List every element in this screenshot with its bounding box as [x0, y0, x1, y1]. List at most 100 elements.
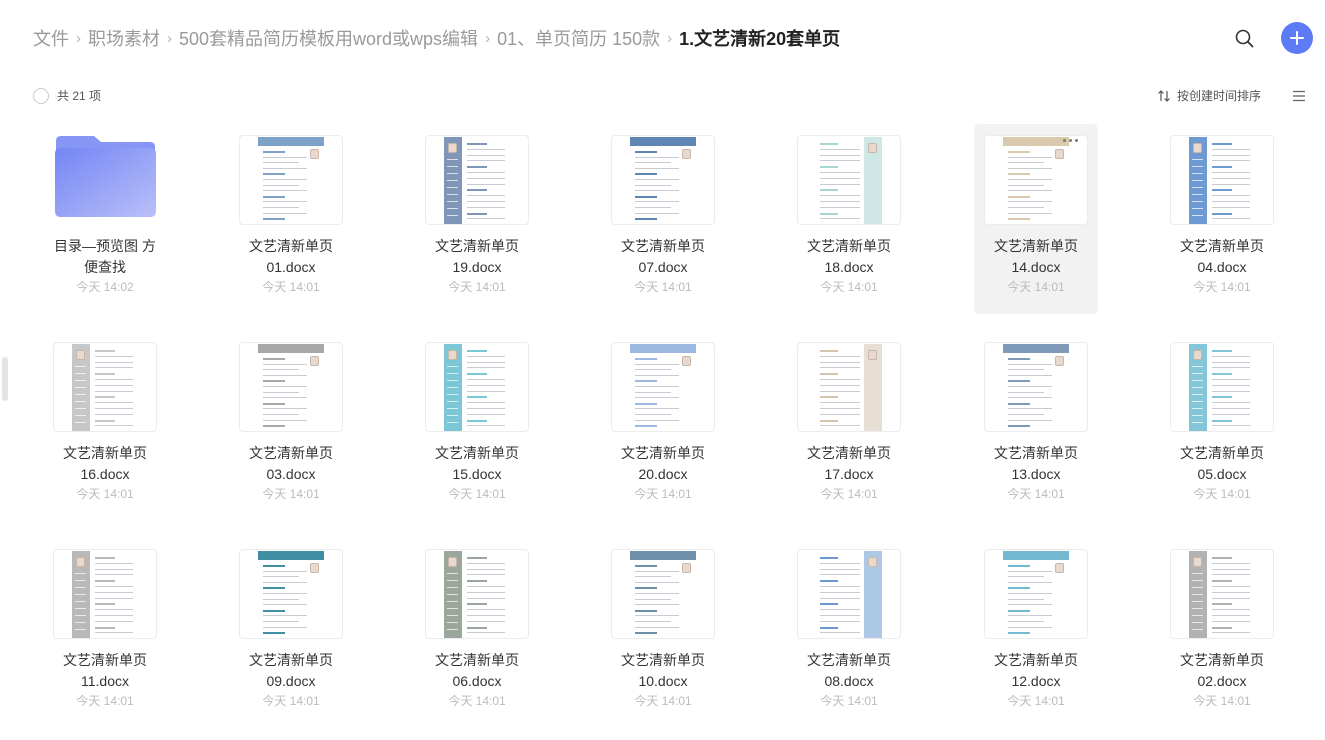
file-modified-time: 今天 14:01: [262, 694, 320, 708]
file-name-line: 05.docx: [1197, 466, 1247, 482]
file-name-line: 10.docx: [638, 673, 688, 689]
file-name: 文艺清新单页 04.docx: [1162, 236, 1282, 278]
document-thumbnail: [797, 342, 901, 432]
file-name: 文艺清新单页 01.docx: [231, 236, 351, 278]
file-item[interactable]: 文艺清新单页 15.docx 今天 14:01: [415, 331, 539, 521]
folder-item[interactable]: 目录—预览图 方便查找今天 14:02: [43, 124, 167, 314]
file-modified-time: 今天 14:01: [820, 280, 878, 294]
sort-label: 按创建时间排序: [1177, 89, 1262, 103]
document-thumbnail: [611, 135, 715, 225]
document-thumbnail: [425, 342, 529, 432]
file-modified-time: 今天 14:01: [76, 487, 134, 501]
file-name-line: 文艺清新单页: [1180, 238, 1264, 254]
add-button[interactable]: [1281, 22, 1313, 54]
document-thumbnail: [1170, 342, 1274, 432]
file-item[interactable]: 文艺清新单页 08.docx 今天 14:01: [787, 538, 911, 728]
file-name: 文艺清新单页 08.docx: [789, 650, 909, 692]
breadcrumb-item-workplace[interactable]: 职场素材: [88, 25, 160, 51]
breadcrumb-separator: ›: [667, 29, 673, 47]
file-name-line: 07.docx: [638, 259, 688, 275]
document-thumbnail: [611, 549, 715, 639]
file-name-line: 目录—预览图 方: [54, 238, 156, 254]
file-name: 文艺清新单页 20.docx: [603, 443, 723, 485]
file-modified-time: 今天 14:01: [448, 487, 506, 501]
breadcrumb-current-folder: 1.文艺清新20套单页: [679, 29, 841, 49]
file-item[interactable]: 文艺清新单页 01.docx 今天 14:01: [229, 124, 353, 314]
file-modified-time: 今天 14:01: [820, 487, 878, 501]
file-name: 文艺清新单页 02.docx: [1162, 650, 1282, 692]
file-name-line: 06.docx: [452, 673, 502, 689]
file-name: 文艺清新单页 03.docx: [231, 443, 351, 485]
file-name-line: 08.docx: [824, 673, 874, 689]
view-toggle-button[interactable]: [1292, 89, 1306, 103]
file-item[interactable]: 文艺清新单页 06.docx 今天 14:01: [415, 538, 539, 728]
file-name-line: 文艺清新单页: [435, 238, 519, 254]
file-name: 文艺清新单页 09.docx: [231, 650, 351, 692]
document-thumbnail: [984, 342, 1088, 432]
file-name: 目录—预览图 方便查找: [45, 236, 165, 278]
file-name-line: 13.docx: [1011, 466, 1061, 482]
file-item[interactable]: 文艺清新单页 02.docx 今天 14:01: [1160, 538, 1284, 728]
file-name-line: 文艺清新单页: [994, 445, 1078, 461]
sort-icon: [1158, 90, 1170, 102]
file-modified-time: 今天 14:01: [1193, 280, 1251, 294]
document-thumbnail: [239, 135, 343, 225]
sidebar-resize-handle[interactable]: [2, 357, 8, 401]
file-item[interactable]: 文艺清新单页 13.docx 今天 14:01: [974, 331, 1098, 521]
file-item[interactable]: 文艺清新单页 14.docx 今天 14:01: [974, 124, 1098, 314]
file-name: 文艺清新单页 15.docx: [417, 443, 537, 485]
file-item[interactable]: 文艺清新单页 05.docx 今天 14:01: [1160, 331, 1284, 521]
file-item[interactable]: 文艺清新单页 16.docx 今天 14:01: [43, 331, 167, 521]
file-item[interactable]: 文艺清新单页 04.docx 今天 14:01: [1160, 124, 1284, 314]
file-name: 文艺清新单页 16.docx: [45, 443, 165, 485]
file-item[interactable]: 文艺清新单页 03.docx 今天 14:01: [229, 331, 353, 521]
breadcrumb-item-single-page[interactable]: 01、单页简历 150款: [497, 25, 660, 51]
file-name-line: 文艺清新单页: [621, 652, 705, 668]
file-name-line: 04.docx: [1197, 259, 1247, 275]
file-name-line: 文艺清新单页: [249, 445, 333, 461]
more-dot-icon: [1068, 138, 1072, 142]
sort-button[interactable]: 按创建时间排序: [1157, 88, 1261, 104]
file-item[interactable]: 文艺清新单页 10.docx 今天 14:01: [601, 538, 725, 728]
file-item[interactable]: 文艺清新单页 11.docx 今天 14:01: [43, 538, 167, 728]
file-item[interactable]: 文艺清新单页 19.docx 今天 14:01: [415, 124, 539, 314]
file-name-line: 02.docx: [1197, 673, 1247, 689]
file-name-line: 文艺清新单页: [994, 238, 1078, 254]
file-name: 文艺清新单页 19.docx: [417, 236, 537, 278]
more-options-button[interactable]: [1056, 131, 1084, 149]
document-thumbnail: [1170, 549, 1274, 639]
breadcrumb-item-files[interactable]: 文件: [33, 25, 69, 51]
file-name-line: 19.docx: [452, 259, 502, 275]
file-modified-time: 今天 14:01: [1007, 487, 1065, 501]
file-name-line: 17.docx: [824, 466, 874, 482]
file-name-line: 文艺清新单页: [621, 238, 705, 254]
breadcrumb: 文件 › 职场素材 › 500套精品简历模板用word或wps编辑 › 01、单…: [33, 26, 840, 50]
search-button[interactable]: [1232, 26, 1258, 52]
file-name: 文艺清新单页 14.docx: [976, 236, 1096, 278]
file-item[interactable]: 文艺清新单页 17.docx 今天 14:01: [787, 331, 911, 521]
file-name-line: 便查找: [84, 259, 126, 275]
file-name-line: 16.docx: [80, 466, 130, 482]
file-item[interactable]: 文艺清新单页 18.docx 今天 14:01: [787, 124, 911, 314]
file-name: 文艺清新单页 13.docx: [976, 443, 1096, 485]
file-modified-time: 今天 14:01: [820, 694, 878, 708]
file-grid: 目录—预览图 方便查找 今天 14:02 文艺清新单页 01.docx 今天 14:01…: [20, 124, 1320, 740]
document-thumbnail: [425, 135, 529, 225]
breadcrumb-item-resume-templates[interactable]: 500套精品简历模板用word或wps编辑: [179, 25, 478, 51]
file-item[interactable]: 文艺清新单页 12.docx 今天 14:01: [974, 538, 1098, 728]
file-item[interactable]: 文艺清新单页 20.docx 今天 14:01: [601, 331, 725, 521]
file-name-line: 文艺清新单页: [249, 238, 333, 254]
file-name-line: 14.docx: [1011, 259, 1061, 275]
file-name-line: 18.docx: [824, 259, 874, 275]
file-name: 文艺清新单页 05.docx: [1162, 443, 1282, 485]
file-modified-time: 今天 14:01: [448, 694, 506, 708]
folder-icon: [54, 135, 157, 218]
file-name: 文艺清新单页 10.docx: [603, 650, 723, 692]
file-modified-time: 今天 14:02: [76, 280, 134, 294]
file-item[interactable]: 文艺清新单页 07.docx 今天 14:01: [601, 124, 725, 314]
file-modified-time: 今天 14:01: [634, 280, 692, 294]
file-modified-time: 今天 14:01: [634, 694, 692, 708]
header: 文件 › 职场素材 › 500套精品简历模板用word或wps编辑 › 01、单…: [0, 0, 1325, 76]
select-all-checkbox[interactable]: [33, 88, 49, 104]
file-item[interactable]: 文艺清新单页 09.docx 今天 14:01: [229, 538, 353, 728]
